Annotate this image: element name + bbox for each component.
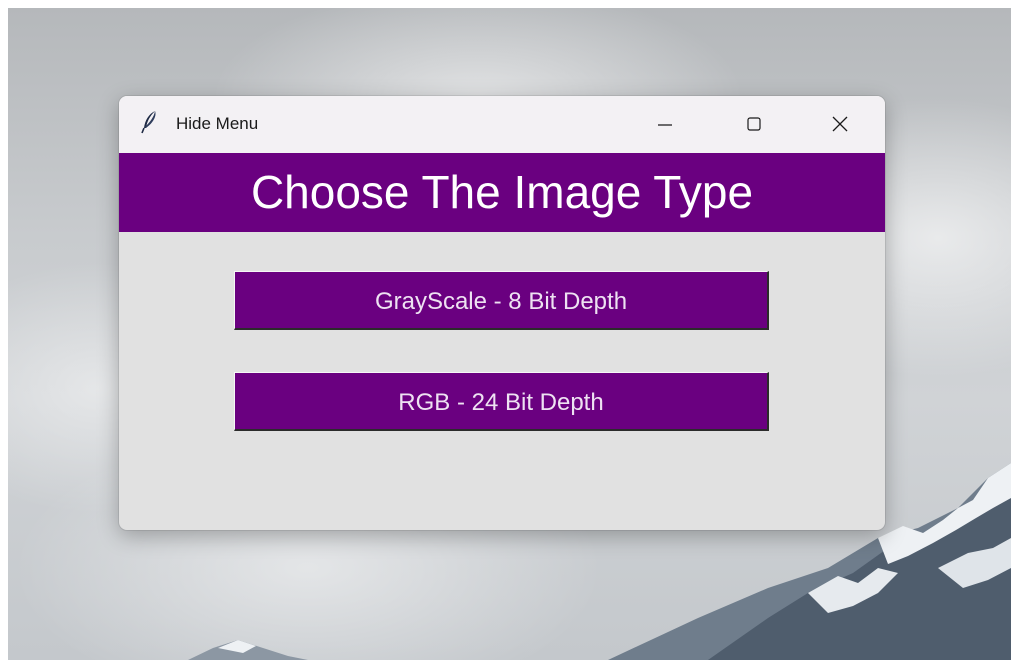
window-title: Hide Menu [176,114,259,133]
heading-banner: Choose The Image Type [119,153,885,232]
maximize-icon [747,117,761,131]
close-button[interactable] [817,96,863,153]
maximize-button[interactable] [731,96,777,153]
app-window: Hide Menu Choose The Image Type GrayScal… [119,96,885,530]
minimize-icon [658,124,672,126]
grayscale-8bit-button[interactable]: GrayScale - 8 Bit Depth [234,271,769,330]
window-titlebar[interactable]: Hide Menu [119,96,885,153]
minimize-button[interactable] [642,96,688,153]
rgb-24bit-button[interactable]: RGB - 24 Bit Depth [234,372,769,431]
feather-icon [141,111,156,134]
close-icon [832,116,848,132]
page-title: Choose The Image Type [250,166,754,218]
